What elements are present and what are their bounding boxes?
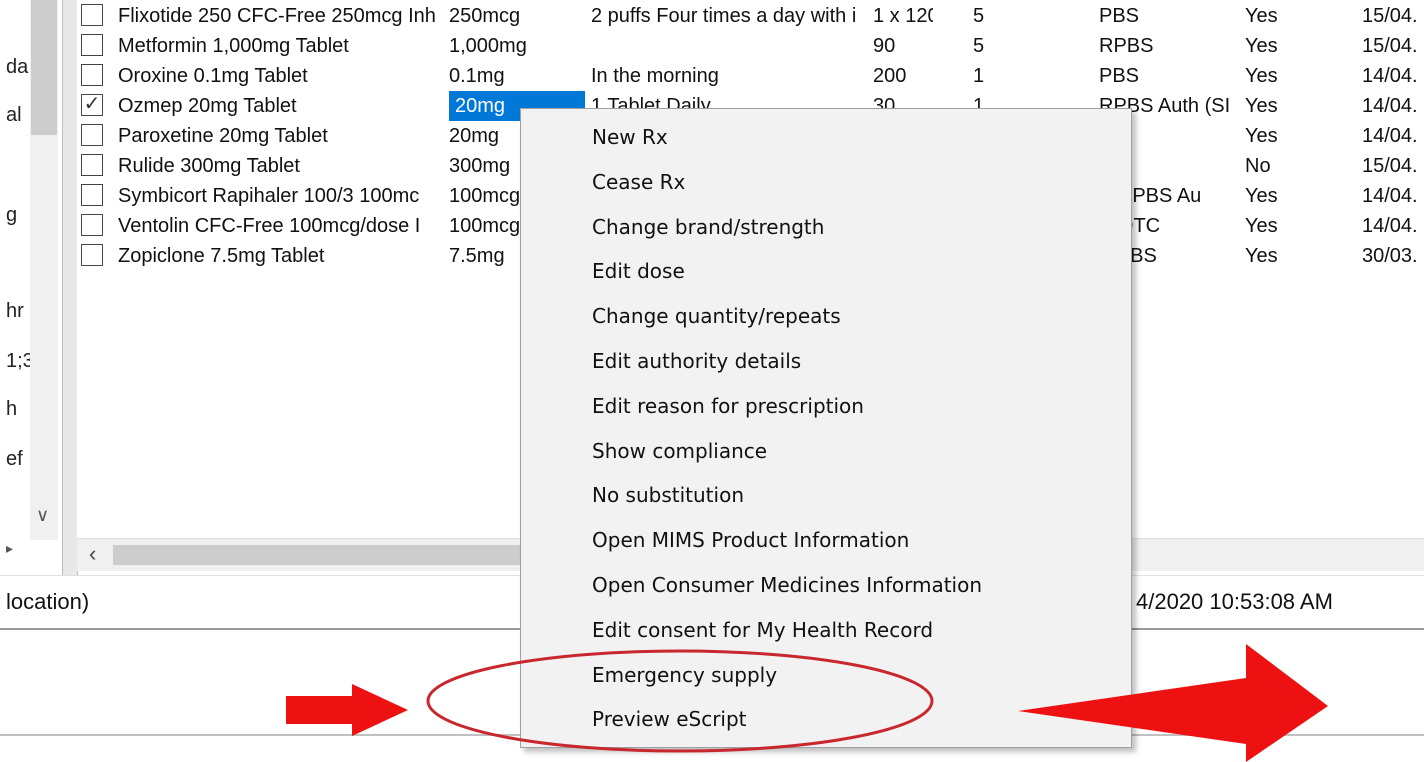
date-cell: 15/04. <box>1362 35 1418 57</box>
drug-name-cell: Flixotide 250 CFC-Free 250mcg Inh <box>118 5 436 27</box>
menu-item-preview-escript[interactable]: Preview eScript <box>521 697 1129 741</box>
control-cell: Yes <box>1245 35 1278 57</box>
left-panel-text: hr <box>6 300 24 322</box>
menu-item-no-substitution[interactable]: No substitution <box>521 473 1129 517</box>
context-menu: New Rx Cease Rx Change brand/strength Edit … <box>520 108 1132 748</box>
status-location: location) <box>6 589 90 614</box>
table-row[interactable]: Flixotide 250 CFC-Free 250mcg Inh 250mcg 2… <box>77 1 1424 31</box>
drug-name-cell: Rulide 300mg Tablet <box>118 155 300 177</box>
date-cell: 15/04. <box>1362 5 1418 27</box>
left-panel-text: 1;3 <box>6 350 30 372</box>
dose-cell: 2 puffs Four times a day with i <box>591 5 857 27</box>
left-panel-text: g <box>6 204 18 226</box>
drug-name-cell: Ventolin CFC-Free 100mcg/dose I <box>118 215 421 237</box>
drug-name-cell: Metformin 1,000mg Tablet <box>118 35 349 57</box>
menu-item-new-rx[interactable]: New Rx <box>521 115 1129 159</box>
date-cell: 14/04. <box>1362 65 1418 87</box>
row-checkbox[interactable] <box>81 184 103 206</box>
row-checkbox[interactable] <box>81 154 103 176</box>
menu-item-edit-authority-details[interactable]: Edit authority details <box>521 339 1129 383</box>
checkmark-icon: ✓ <box>83 93 101 115</box>
menu-item-edit-consent-for-my-health-record[interactable]: Edit consent for My Health Record <box>521 608 1129 652</box>
quantity-cell: 90 <box>873 35 896 57</box>
date-cell: 15/04. <box>1362 155 1418 177</box>
left-panel-scroll-thumb[interactable] <box>31 0 57 135</box>
strength-cell: 250mcg <box>449 5 521 27</box>
repeats-cell: 1 <box>973 65 985 87</box>
script-type-cell: RPBS <box>1099 35 1154 57</box>
drug-name-cell: Symbicort Rapihaler 100/3 100mc <box>118 185 420 207</box>
date-cell: 14/04. <box>1362 215 1418 237</box>
chevron-left-icon[interactable]: ‹ <box>89 541 96 567</box>
status-timestamp: 4/2020 10:53:08 AM <box>1136 589 1333 614</box>
control-cell: No <box>1245 155 1271 177</box>
horizontal-scroll-thumb[interactable] <box>113 545 563 565</box>
left-panel-text: h <box>6 398 18 420</box>
row-checkbox[interactable] <box>81 34 103 56</box>
script-type-cell: PBS <box>1099 65 1140 87</box>
date-cell: 14/04. <box>1362 185 1418 207</box>
menu-item-emergency-supply[interactable]: Emergency supply <box>521 653 1129 697</box>
menu-item-open-mims-product-information[interactable]: Open MIMS Product Information <box>521 518 1129 562</box>
table-row[interactable]: Metformin 1,000mg Tablet 1,000mg 90 5 RPBS Ye… <box>77 31 1424 61</box>
drug-name-cell: Ozmep 20mg Tablet <box>118 95 297 117</box>
quantity-cell: 200 <box>873 65 907 87</box>
repeats-cell: 5 <box>973 5 985 27</box>
drug-name-cell: Zopiclone 7.5mg Tablet <box>118 245 325 267</box>
drug-name-cell: Paroxetine 20mg Tablet <box>118 125 328 147</box>
dose-cell: In the morning <box>591 65 719 87</box>
chevron-down-icon[interactable]: ∨ <box>36 505 49 526</box>
drug-name-cell: Oroxine 0.1mg Tablet <box>118 65 308 87</box>
script-type-cell: PBS <box>1099 5 1140 27</box>
menu-item-change-brand-strength[interactable]: Change brand/strength <box>521 205 1129 249</box>
left-panel-text: da <box>6 56 29 78</box>
row-checkbox[interactable] <box>81 124 103 146</box>
red-arrow-left <box>286 684 408 736</box>
row-checkbox[interactable]: ✓ <box>81 94 103 116</box>
splitter[interactable] <box>62 0 78 575</box>
date-cell: 14/04. <box>1362 95 1418 117</box>
table-row[interactable]: Oroxine 0.1mg Tablet 0.1mg In the morning 2… <box>77 61 1424 91</box>
control-cell: Yes <box>1245 5 1278 27</box>
control-cell: Yes <box>1245 185 1278 207</box>
menu-item-change-quantity-repeats[interactable]: Change quantity/repeats <box>521 294 1129 338</box>
strength-cell: 0.1mg <box>449 65 505 87</box>
row-checkbox[interactable] <box>81 4 103 26</box>
repeats-cell: 5 <box>973 35 985 57</box>
row-checkbox[interactable] <box>81 214 103 236</box>
left-panel-text: al <box>6 104 22 126</box>
menu-item-show-compliance[interactable]: Show compliance <box>521 429 1129 473</box>
menu-item-open-consumer-medicines-information[interactable]: Open Consumer Medicines Information <box>521 563 1129 607</box>
control-cell: Yes <box>1245 215 1278 237</box>
control-cell: Yes <box>1245 245 1278 267</box>
date-cell: 14/04. <box>1362 125 1418 147</box>
control-cell: Yes <box>1245 65 1278 87</box>
control-cell: Yes <box>1245 95 1278 117</box>
row-checkbox[interactable] <box>81 64 103 86</box>
quantity-cell: 1 x 120 dose <box>873 5 933 27</box>
control-cell: Yes <box>1245 125 1278 147</box>
chevron-right-icon[interactable]: ▸ <box>6 540 13 557</box>
menu-item-edit-reason-for-prescription[interactable]: Edit reason for prescription <box>521 384 1129 428</box>
date-cell: 30/03. <box>1362 245 1418 267</box>
strength-cell: 1,000mg <box>449 35 527 57</box>
row-checkbox[interactable] <box>81 244 103 266</box>
menu-item-cease-rx[interactable]: Cease Rx <box>521 160 1129 204</box>
menu-item-edit-dose[interactable]: Edit dose <box>521 249 1129 293</box>
left-panel-text: ef <box>6 448 23 470</box>
